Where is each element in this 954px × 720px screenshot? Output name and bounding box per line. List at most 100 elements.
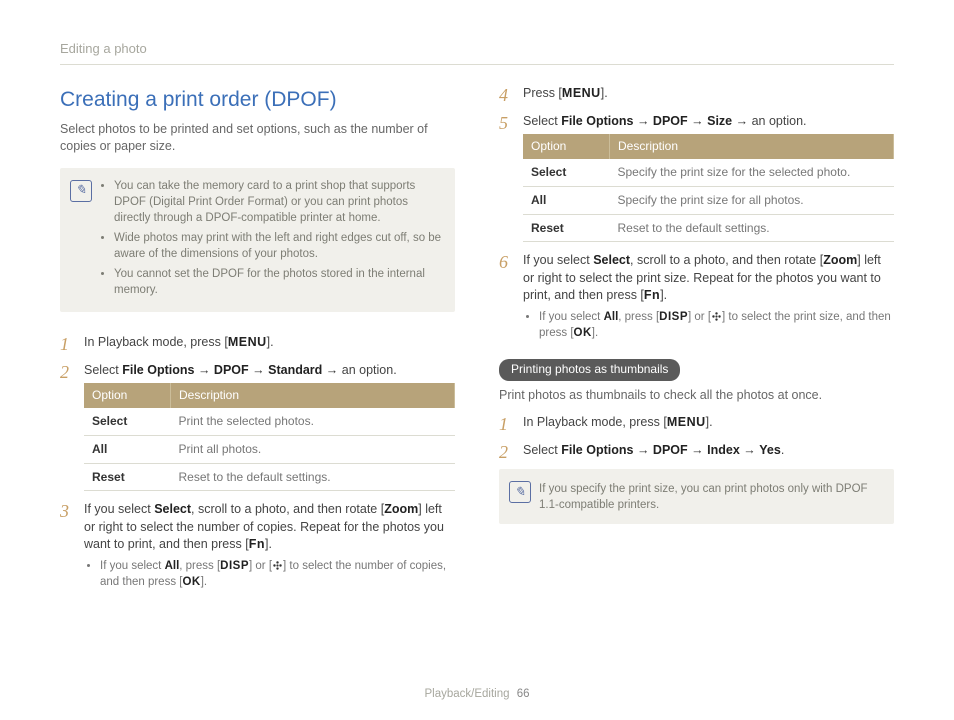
left-column: Creating a print order (DPOF) Select pho… (60, 85, 455, 600)
table-row: SelectSpecify the print size for the sel… (523, 159, 894, 186)
menu-key: MENU (667, 415, 706, 429)
opt-desc: Reset to the default settings. (171, 463, 455, 491)
step-text: In Playback mode, press [ (84, 335, 228, 349)
nav-index: Index (707, 443, 740, 457)
opt-name: Select (523, 159, 610, 186)
step-2: Select File Options → DPOF → Standard → … (60, 362, 455, 492)
t-step-2: Select File Options → DPOF → Index → Yes… (499, 442, 894, 460)
arrow-icon: → (326, 363, 339, 377)
th-description: Description (610, 134, 894, 159)
nav-size: Size (707, 114, 732, 128)
sub-text: ] or [ (249, 560, 272, 572)
arrow-icon: → (691, 114, 704, 128)
disp-key: DISP (220, 560, 249, 572)
th-option: Option (523, 134, 610, 159)
opt-name: All (523, 186, 610, 214)
th-description: Description (171, 383, 455, 408)
step-text: Press [ (523, 86, 562, 100)
step-text: ]. (267, 335, 274, 349)
step-text: , scroll to a photo, and then rotate [ (191, 502, 384, 516)
step-text: an option. (748, 114, 806, 128)
subsection-pill: Printing photos as thumbnails (499, 359, 680, 381)
arrow-icon: → (743, 443, 756, 457)
ok-key: OK (182, 576, 200, 588)
note-text: If you specify the print size, you can p… (539, 479, 882, 513)
arrow-icon: → (198, 363, 211, 377)
nav-dpof: DPOF (214, 363, 249, 377)
sub-text: ] or [ (688, 311, 711, 323)
footer-section: Playback/Editing (424, 688, 509, 700)
zoom-strong: Zoom (823, 253, 857, 267)
page-footer: Playback/Editing 66 (0, 686, 954, 702)
t-step-1: In Playback mode, press [MENU]. (499, 414, 894, 432)
section-title: Creating a print order (DPOF) (60, 85, 455, 114)
steps-right: Press [MENU]. Select File Options → DPOF… (499, 85, 894, 341)
select-strong: Select (154, 502, 191, 516)
step-text: Select (523, 443, 561, 457)
opt-name: All (84, 435, 171, 463)
step-3: If you select Select, scroll to a photo,… (60, 501, 455, 590)
step-text: If you select (84, 502, 154, 516)
nav-file-options: File Options (561, 443, 633, 457)
step-text: ]. (706, 415, 713, 429)
note-item: You can take the memory card to a print … (114, 178, 443, 226)
options-table-1: OptionDescription SelectPrint the select… (84, 383, 455, 491)
note-item: Wide photos may print with the left and … (114, 230, 443, 262)
page-number: 66 (517, 688, 530, 700)
all-strong: All (604, 311, 619, 323)
step-4: Press [MENU]. (499, 85, 894, 103)
step-text: Select (84, 363, 122, 377)
sub-bullet: If you select All, press [DISP] or [] to… (86, 558, 455, 590)
sub-item: If you select All, press [DISP] or [] to… (539, 309, 894, 341)
step-text: , scroll to a photo, and then rotate [ (630, 253, 823, 267)
sub-text: , press [ (618, 311, 659, 323)
step-text: ]. (265, 537, 272, 551)
opt-desc: Print the selected photos. (171, 408, 455, 435)
step-text: . (781, 443, 784, 457)
menu-key: MENU (228, 335, 267, 349)
sub-item: If you select All, press [DISP] or [] to… (100, 558, 455, 590)
table-row: ResetReset to the default settings. (523, 214, 894, 242)
opt-desc: Reset to the default settings. (610, 214, 894, 242)
section-lead: Select photos to be printed and set opti… (60, 121, 455, 156)
fn-key: Fn (249, 537, 265, 551)
sub-text: ]. (201, 576, 207, 588)
sub-text: ]. (592, 327, 598, 339)
note-item: You cannot set the DPOF for the photos s… (114, 266, 443, 298)
opt-name: Reset (84, 463, 171, 491)
options-table-2: OptionDescription SelectSpecify the prin… (523, 134, 894, 242)
opt-desc: Print all photos. (171, 435, 455, 463)
opt-desc: Specify the print size for the selected … (610, 159, 894, 186)
fn-key: Fn (644, 288, 660, 302)
nav-yes: Yes (759, 443, 781, 457)
table-row: AllSpecify the print size for all photos… (523, 186, 894, 214)
arrow-icon: → (736, 114, 749, 128)
arrow-icon: → (637, 114, 650, 128)
arrow-icon: → (637, 443, 650, 457)
nav-dpof: DPOF (653, 114, 688, 128)
note-icon: ✎ (70, 180, 92, 202)
opt-name: Select (84, 408, 171, 435)
step-text: an option. (338, 363, 396, 377)
page: Editing a photo Creating a print order (… (0, 0, 954, 720)
step-text: ]. (660, 288, 667, 302)
note-box-1: ✎ You can take the memory card to a prin… (60, 168, 455, 313)
opt-name: Reset (523, 214, 610, 242)
thumb-lead: Print photos as thumbnails to check all … (499, 387, 894, 405)
step-text: In Playback mode, press [ (523, 415, 667, 429)
table-row: ResetReset to the default settings. (84, 463, 455, 491)
ok-key: OK (574, 327, 592, 339)
note-box-2: ✎ If you specify the print size, you can… (499, 469, 894, 523)
th-option: Option (84, 383, 171, 408)
content-columns: Creating a print order (DPOF) Select pho… (60, 85, 894, 600)
note-icon: ✎ (509, 481, 531, 503)
disp-key: DISP (659, 311, 688, 323)
zoom-strong: Zoom (384, 502, 418, 516)
step-text: If you select (523, 253, 593, 267)
step-1: In Playback mode, press [MENU]. (60, 334, 455, 352)
steps-left: In Playback mode, press [MENU]. Select F… (60, 334, 455, 590)
nav-dpof: DPOF (653, 443, 688, 457)
arrow-icon: → (691, 443, 704, 457)
menu-key: MENU (562, 86, 601, 100)
sub-text: If you select (100, 560, 165, 572)
